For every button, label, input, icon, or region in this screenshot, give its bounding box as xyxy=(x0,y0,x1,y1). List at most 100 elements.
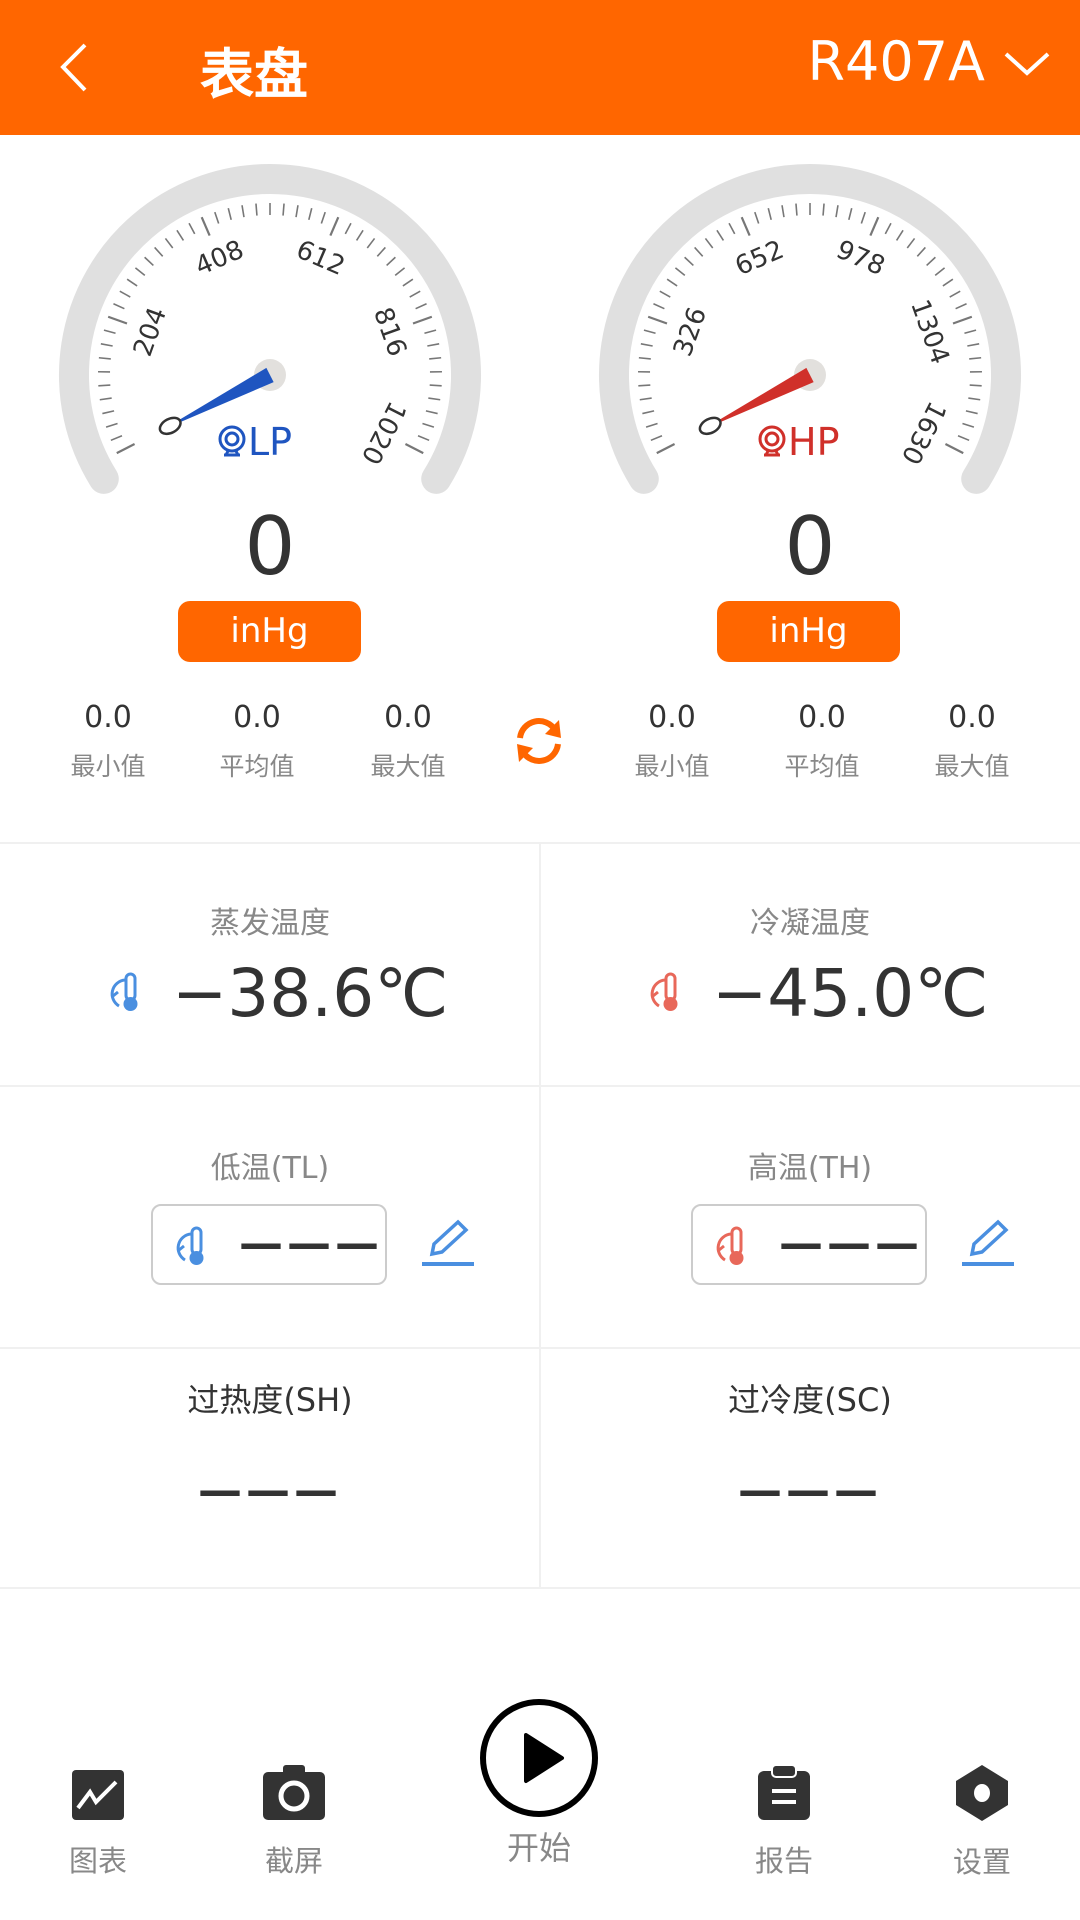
tl-input[interactable]: ——— xyxy=(151,1204,387,1285)
gauge-tick xyxy=(716,229,725,241)
gauge-tick xyxy=(835,205,839,218)
sensor-icon xyxy=(758,425,786,457)
lp-gauge: 204 408 612 816 1020 LP xyxy=(59,164,481,494)
edit-pencil-icon[interactable] xyxy=(960,1218,1016,1268)
hp-unit-button[interactable]: inHg xyxy=(717,601,900,662)
th-input[interactable]: ——— xyxy=(691,1204,927,1285)
gauge-tick-label: 1020 xyxy=(355,396,412,469)
gauge-tick xyxy=(934,267,946,276)
gauge-tick xyxy=(376,246,386,257)
gauge-tick xyxy=(99,397,112,401)
nav-settings[interactable]: 设置 xyxy=(902,1765,1062,1881)
clipboard-icon xyxy=(758,1764,810,1820)
sensor-icon xyxy=(218,425,246,457)
label: 低温(TL) xyxy=(210,1151,330,1186)
label: 蒸发温度 xyxy=(210,906,330,941)
refresh-icon[interactable] xyxy=(512,714,566,768)
gauge-tick xyxy=(308,207,313,220)
gauge-tick xyxy=(100,343,113,347)
gauge-tick xyxy=(643,329,656,335)
gauge-tick xyxy=(967,343,980,347)
gauge-tick xyxy=(704,237,714,249)
stat-value: 0.0 xyxy=(233,700,281,735)
gauge-tick xyxy=(344,222,352,235)
gauge-tick xyxy=(969,384,982,387)
gauge-tick xyxy=(666,278,678,287)
gauge-tick xyxy=(952,315,973,325)
gauge-tick xyxy=(653,302,665,310)
gauge-tick xyxy=(103,329,116,335)
gauge-tick xyxy=(968,397,981,401)
gauge-tick xyxy=(366,237,376,249)
stat-label: 最小值 xyxy=(634,752,710,781)
gauge-tick xyxy=(895,229,904,241)
chevron-down-icon[interactable] xyxy=(1002,48,1052,78)
gauge-tick xyxy=(639,397,652,401)
gauge-tick xyxy=(113,302,125,310)
gauge-tick xyxy=(429,356,442,360)
sensor-icon-part xyxy=(218,425,246,453)
stat-value: 0.0 xyxy=(84,700,132,735)
gauge-tick-label: 1304 xyxy=(904,296,955,368)
nav-start[interactable]: 开始 xyxy=(459,1697,619,1869)
gauge-tick xyxy=(176,229,185,241)
gauge-tick xyxy=(295,205,299,218)
gauge-tick-label: 1630 xyxy=(895,396,952,469)
stat-label: 最大值 xyxy=(370,752,446,781)
gauge-tick xyxy=(404,443,424,455)
gauge-tick xyxy=(684,256,694,267)
gauge-tick-label: 612 xyxy=(292,235,349,282)
gauge-tick xyxy=(645,422,658,428)
nav-screenshot[interactable]: 截屏 xyxy=(214,1765,374,1880)
tl-value: ——— xyxy=(239,1218,383,1269)
gauge-tick xyxy=(740,216,751,236)
stat-value: 0.0 xyxy=(948,700,996,735)
gauge-name: LP xyxy=(248,420,292,464)
gauge-tick xyxy=(402,278,414,287)
nav-label: 图表 xyxy=(68,1844,127,1878)
gauge-tick xyxy=(188,222,196,235)
gauge-tick xyxy=(906,237,916,249)
stat-value: 0.0 xyxy=(648,700,696,735)
gauge-tick-label: 408 xyxy=(191,235,248,282)
tl-label: 低温(TL) xyxy=(0,1143,540,1187)
refrigerant-selector[interactable]: R407A xyxy=(807,30,985,93)
chevron-left-icon[interactable] xyxy=(55,40,105,95)
gauge-tick xyxy=(944,443,964,455)
gauge-tick xyxy=(417,435,430,442)
nav-report[interactable]: 报告 xyxy=(704,1764,864,1880)
gauge-tick xyxy=(409,290,421,298)
play-icon xyxy=(480,1699,598,1817)
th-label: 高温(TH) xyxy=(540,1143,1080,1187)
stat-label: 平均值 xyxy=(219,752,295,781)
lp-value: 0 xyxy=(244,500,296,593)
gauge-tick xyxy=(640,343,653,347)
lp-unit-button[interactable]: inHg xyxy=(178,601,361,662)
gauge-tick xyxy=(949,290,961,298)
lp-min: 0.0 最小值 xyxy=(38,700,178,783)
hp-avg: 0.0 平均值 xyxy=(752,700,892,783)
gauge-tick-label: 978 xyxy=(832,235,889,282)
gauge-tick xyxy=(355,229,364,241)
gauge-tick xyxy=(386,256,396,267)
gauge-tick xyxy=(869,216,880,236)
gauge-tick xyxy=(394,267,406,276)
thermometer-hot-icon xyxy=(645,970,685,1014)
gauge-tick xyxy=(282,203,285,216)
app-header: 表盘 R407A xyxy=(0,0,1080,135)
nav-chart[interactable]: 图表 xyxy=(18,1770,178,1880)
gauge-tick xyxy=(415,302,427,310)
gauge-tick-label: 204 xyxy=(128,304,173,361)
settings-icon xyxy=(956,1765,1008,1821)
gauge-tick xyxy=(241,205,245,218)
nav-label: 设置 xyxy=(952,1845,1011,1879)
nav-label: 报告 xyxy=(754,1844,813,1878)
gauge-tick xyxy=(425,410,438,415)
sensor-icon-part xyxy=(224,431,240,447)
gauge-tick xyxy=(119,290,131,298)
edit-pencil-icon[interactable] xyxy=(420,1218,476,1268)
subcool-value: ——— xyxy=(738,1465,882,1516)
gauge-tick xyxy=(650,435,663,442)
gauge-tick xyxy=(427,343,440,347)
gauge-tick-label: 652 xyxy=(731,235,788,282)
